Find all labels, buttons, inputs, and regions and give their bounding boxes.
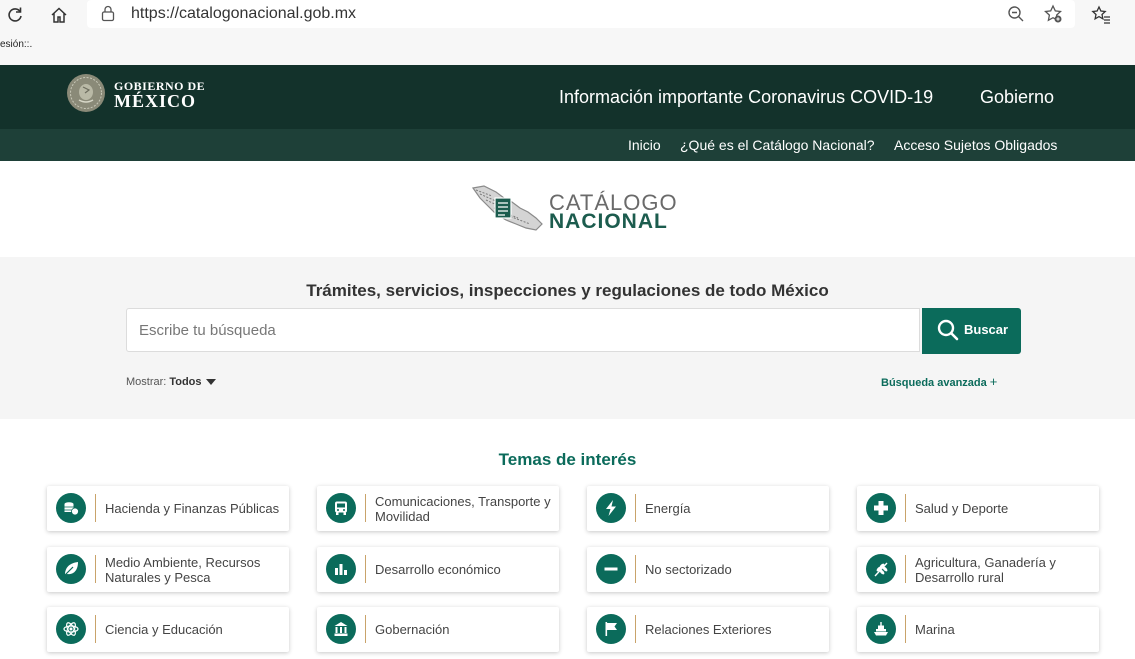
topic-label: Medio Ambiente, Recursos Naturales y Pes… [105,554,261,585]
card-divider [905,494,906,522]
show-filter-value[interactable]: Todos [169,376,201,388]
favorites-icon[interactable] [1091,5,1111,25]
card-divider [905,555,906,583]
address-bar[interactable]: https://catalogonacional.gob.mx [87,0,1075,28]
add-favorite-icon[interactable] [1043,4,1063,24]
show-filter[interactable]: Mostrar: Todos [126,376,216,388]
topic-label: Hacienda y Finanzas Públicas [105,501,280,516]
url-text: https://catalogonacional.gob.mx [131,5,357,22]
topic-label: Relaciones Exteriores [645,622,772,637]
atom-icon [56,614,86,644]
topic-label: Energía [645,501,691,516]
nav-inicio[interactable]: Inicio [628,137,661,153]
mexico-map-icon [471,185,543,231]
advanced-search-label: Búsqueda avanzada [881,377,987,389]
home-icon[interactable] [49,5,69,25]
search-button[interactable]: Buscar [922,308,1021,354]
topic-card-no-sectorizado[interactable]: No sectorizado [587,547,829,592]
topic-label: Comunicaciones, Transporte y Movilidad [375,493,551,524]
topic-card-marina[interactable]: Marina [857,607,1099,652]
strip-text: esión::. [0,39,33,50]
plus-icon: + [989,374,998,389]
bus-icon [326,493,356,523]
show-filter-label: Mostrar: [126,376,167,388]
topic-label: Desarrollo económico [375,562,501,577]
topic-card-desarrollo-economico[interactable]: Desarrollo económico [317,547,559,592]
search-button-label: Buscar [964,322,1009,337]
topic-card-gobernacion[interactable]: Gobernación [317,607,559,652]
coins-icon [56,493,86,523]
card-divider [95,615,96,643]
card-divider [635,615,636,643]
topic-label: Ciencia y Educación [105,622,223,637]
government-header: GOBIERNO DE MÉXICO Información important… [0,65,1135,129]
card-divider [95,555,96,583]
search-icon [937,319,959,341]
browser-toolbar: https://catalogonacional.gob.mx [0,0,1135,30]
search-section: Trámites, servicios, inspecciones y regu… [0,257,1135,419]
minus-icon [596,554,626,584]
topic-label: Salud y Deporte [915,501,1009,516]
card-divider [635,555,636,583]
favorites-strip: esión::. [0,30,1135,65]
topic-card-salud[interactable]: Salud y Deporte [857,486,1099,531]
search-heading: Trámites, servicios, inspecciones y regu… [306,281,829,300]
building-icon [326,614,356,644]
leaf-icon [56,554,86,584]
reload-icon[interactable] [5,5,25,25]
lightning-icon [596,493,626,523]
topic-label: Agricultura, Ganadería y Desarrollo rura… [915,554,1056,585]
topic-card-hacienda[interactable]: Hacienda y Finanzas Públicas [47,486,289,531]
advanced-search-link[interactable]: Búsqueda avanzada + [881,374,997,389]
topic-card-relaciones-exteriores[interactable]: Relaciones Exteriores [587,607,829,652]
nav-acceso-sujetos-obligados[interactable]: Acceso Sujetos Obligados [894,137,1057,153]
gov-logo-line2[interactable]: MÉXICO [114,91,196,112]
topic-card-medio-ambiente[interactable]: Medio Ambiente, Recursos Naturales y Pes… [47,547,289,592]
topic-label: Marina [915,622,955,637]
covid-info-link[interactable]: Información importante Coronavirus COVID… [559,87,933,108]
card-divider [365,494,366,522]
temas-title: Temas de interés [498,450,637,469]
ship-icon [866,614,896,644]
card-divider [365,615,366,643]
nav-que-es-catalogo[interactable]: ¿Qué es el Catálogo Nacional? [680,137,875,153]
wheat-icon [866,554,896,584]
lock-icon [101,5,115,22]
health-cross-icon [866,493,896,523]
sub-navigation: Inicio ¿Qué es el Catálogo Nacional? Acc… [0,129,1135,161]
gobierno-link[interactable]: Gobierno [980,87,1054,108]
flag-icon [596,614,626,644]
catalogo-nacional-logo[interactable]: CATÁLOGO NACIONAL [470,184,680,236]
brand-line2: NACIONAL [549,210,668,233]
topic-card-agricultura[interactable]: Agricultura, Ganadería y Desarrollo rura… [857,547,1099,592]
card-divider [365,555,366,583]
search-input[interactable] [126,308,920,352]
card-divider [905,615,906,643]
topic-card-ciencia[interactable]: Ciencia y Educación [47,607,289,652]
national-seal-icon[interactable] [66,73,106,113]
topic-card-energia[interactable]: Energía [587,486,829,531]
card-divider [635,494,636,522]
topic-card-comunicaciones[interactable]: Comunicaciones, Transporte y Movilidad [317,486,559,531]
caret-down-icon[interactable] [205,379,216,386]
bar-chart-icon [326,554,356,584]
zoom-out-icon[interactable] [1007,5,1025,23]
topic-label: Gobernación [375,622,450,637]
topic-label: No sectorizado [645,562,732,577]
card-divider [95,494,96,522]
